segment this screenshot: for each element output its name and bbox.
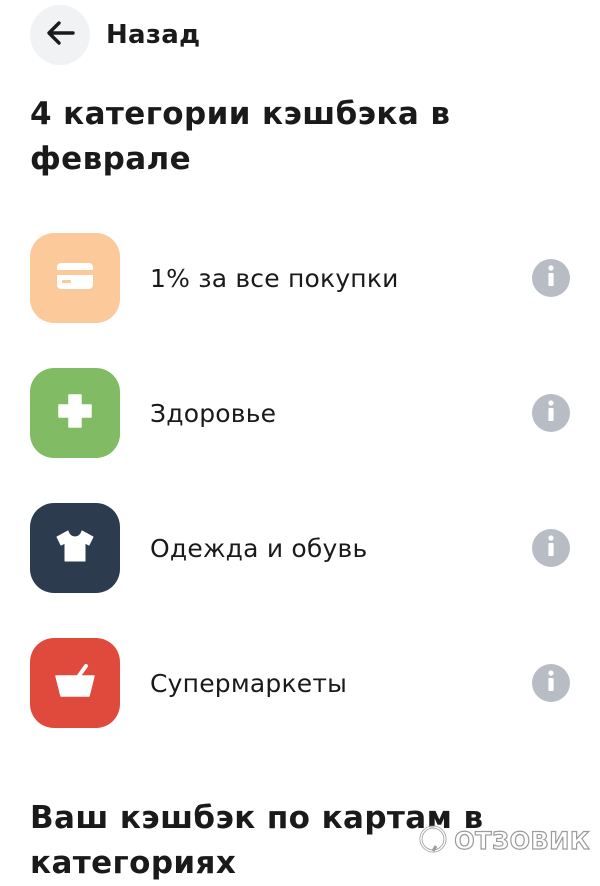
info-button[interactable] bbox=[532, 394, 570, 432]
category-label: 1% за все покупки bbox=[150, 263, 399, 293]
category-row-all-purchases[interactable]: 1% за все покупки bbox=[30, 233, 570, 323]
tshirt-icon bbox=[55, 529, 95, 567]
category-label: Одежда и обувь bbox=[150, 533, 368, 563]
arrow-left-icon bbox=[45, 20, 75, 50]
watermark-logo-icon bbox=[418, 824, 448, 858]
watermark: ОТЗОВИК bbox=[418, 824, 590, 858]
category-row-clothes[interactable]: Одежда и обувь bbox=[30, 503, 570, 593]
info-icon bbox=[547, 400, 555, 426]
category-tile bbox=[30, 233, 120, 323]
page-title: 4 категории кэшбэка в феврале bbox=[30, 96, 451, 177]
category-row-health[interactable]: Здоровье bbox=[30, 368, 570, 458]
health-cross-icon bbox=[57, 393, 93, 433]
watermark-text: ОТЗОВИК bbox=[454, 826, 590, 855]
category-tile bbox=[30, 368, 120, 458]
category-row-supermarkets[interactable]: Супермаркеты bbox=[30, 638, 570, 728]
info-button[interactable] bbox=[532, 529, 570, 567]
info-button[interactable] bbox=[532, 259, 570, 297]
category-label: Здоровье bbox=[150, 398, 277, 428]
info-button[interactable] bbox=[532, 664, 570, 702]
category-label: Супермаркеты bbox=[150, 668, 348, 698]
info-icon bbox=[547, 265, 555, 291]
info-icon bbox=[547, 535, 555, 561]
category-tile bbox=[30, 638, 120, 728]
back-label[interactable]: Назад bbox=[106, 20, 200, 50]
card-icon bbox=[56, 262, 94, 294]
category-tile bbox=[30, 503, 120, 593]
top-bar: Назад bbox=[30, 5, 200, 65]
info-icon bbox=[547, 670, 555, 696]
back-button[interactable] bbox=[30, 5, 90, 65]
basket-icon bbox=[54, 664, 96, 702]
